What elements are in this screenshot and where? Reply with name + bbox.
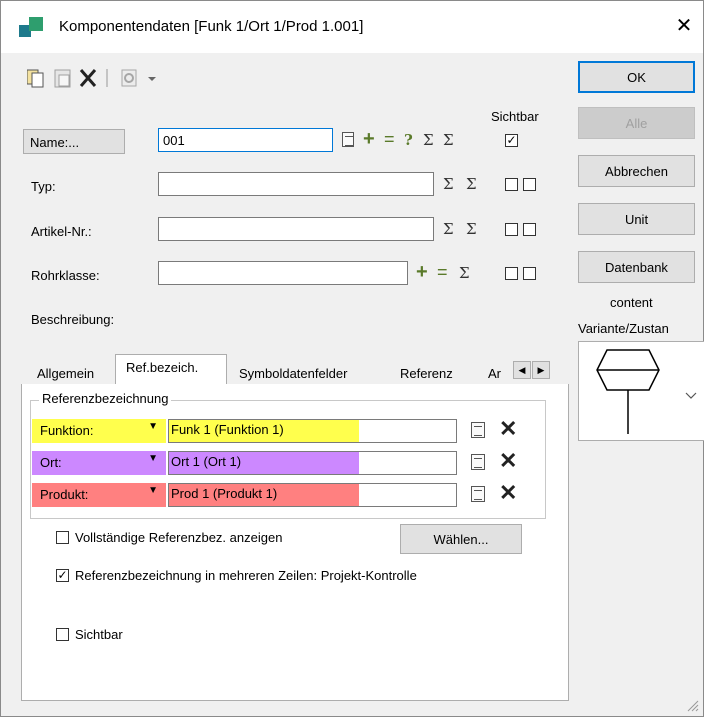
sichtbar-header: Sichtbar bbox=[491, 109, 539, 124]
produkt-value-field[interactable]: Prod 1 (Produkt 1) bbox=[168, 483, 457, 507]
plus-icon[interactable]: + bbox=[416, 262, 428, 282]
sigma-icon[interactable]: Σ bbox=[459, 264, 470, 282]
close-button[interactable]: ✕ bbox=[671, 13, 697, 38]
mehrzeilen-label: Referenzbezeichnung in mehreren Zeilen: … bbox=[75, 568, 417, 583]
typ-input[interactable] bbox=[158, 172, 434, 196]
produkt-type-label: Produkt: bbox=[40, 487, 89, 502]
content-label: content bbox=[610, 295, 653, 310]
chevron-down-icon bbox=[685, 392, 697, 399]
dropdown-arrow-icon: ▼ bbox=[148, 421, 158, 432]
referenz-group-title: Referenzbezeichnung bbox=[39, 391, 172, 406]
waehlen-button[interactable]: Wählen... bbox=[400, 524, 522, 554]
tab-allgemein[interactable]: Allgemein bbox=[37, 362, 94, 384]
sigma-icon[interactable]: Σ bbox=[443, 220, 454, 238]
typ-visible-checkbox[interactable] bbox=[505, 178, 518, 191]
tab-refbezeich[interactable]: Ref.bezeich. bbox=[115, 354, 227, 385]
sichtbar-label: Sichtbar bbox=[75, 627, 123, 642]
plus-icon[interactable]: + bbox=[363, 129, 375, 149]
app-icon bbox=[19, 17, 43, 37]
dropdown-arrow-icon: ▼ bbox=[148, 453, 158, 464]
dropdown-arrow-icon[interactable] bbox=[148, 77, 156, 81]
variant-select[interactable] bbox=[578, 341, 704, 441]
delete-icon[interactable]: ✕ bbox=[499, 450, 517, 472]
variant-label: Variante/Zustan bbox=[578, 321, 669, 336]
settings-icon bbox=[121, 69, 137, 87]
funktion-type-select[interactable]: Funktion: ▼ bbox=[32, 419, 166, 443]
artikel-label: Artikel-Nr.: bbox=[31, 224, 92, 239]
dialog-window: Komponentendaten [Funk 1/Ort 1/Prod 1.00… bbox=[0, 0, 704, 717]
minus-icon[interactable]: = bbox=[384, 129, 395, 149]
rohrklasse-visible-checkbox-2[interactable] bbox=[523, 267, 536, 280]
document-icon[interactable] bbox=[471, 486, 485, 502]
toolbar bbox=[27, 69, 156, 88]
ok-button[interactable]: OK bbox=[578, 61, 695, 93]
alle-button[interactable]: Alle bbox=[578, 107, 695, 139]
vollstaendig-checkbox[interactable] bbox=[56, 531, 69, 544]
sichtbar-checkbox[interactable] bbox=[56, 628, 69, 641]
abbrechen-button[interactable]: Abbrechen bbox=[578, 155, 695, 187]
list-icon[interactable] bbox=[342, 132, 354, 147]
sigma-icon[interactable]: Σ bbox=[443, 175, 454, 193]
tab-scroll-left-button[interactable]: ◀ bbox=[513, 361, 531, 379]
vollstaendig-label: Vollständige Referenzbez. anzeigen bbox=[75, 530, 283, 545]
typ-label: Typ: bbox=[31, 179, 56, 194]
sigma-icon[interactable]: Σ bbox=[423, 131, 434, 149]
produkt-type-select[interactable]: Produkt: ▼ bbox=[32, 483, 166, 507]
produkt-value: Prod 1 (Produkt 1) bbox=[169, 484, 359, 506]
document-icon[interactable] bbox=[471, 422, 485, 438]
window-title: Komponentendaten [Funk 1/Ort 1/Prod 1.00… bbox=[59, 18, 364, 35]
tab-symboldatenfelder[interactable]: Symboldatenfelder bbox=[239, 362, 347, 384]
tab-referenz[interactable]: Referenz bbox=[400, 362, 453, 384]
copy-icon[interactable] bbox=[27, 69, 44, 88]
sigma-user-icon[interactable]: Σ bbox=[466, 175, 477, 193]
name-input[interactable]: 001 bbox=[158, 128, 333, 152]
paste-icon bbox=[54, 69, 71, 88]
beschreibung-label: Beschreibung: bbox=[31, 312, 115, 327]
minus-icon[interactable]: = bbox=[437, 262, 448, 282]
name-visible-checkbox[interactable]: ✓ bbox=[505, 134, 518, 147]
ort-value: Ort 1 (Ort 1) bbox=[169, 452, 359, 474]
title-bar: Komponentendaten [Funk 1/Ort 1/Prod 1.00… bbox=[1, 1, 703, 53]
rohrklasse-visible-checkbox[interactable] bbox=[505, 267, 518, 280]
name-button[interactable]: Name:... bbox=[23, 129, 125, 154]
artikel-input[interactable] bbox=[158, 217, 434, 241]
funktion-value-field[interactable]: Funk 1 (Funktion 1) bbox=[168, 419, 457, 443]
dropdown-arrow-icon: ▼ bbox=[148, 485, 158, 496]
sigma-user-icon[interactable]: Σ bbox=[443, 131, 454, 149]
artikel-visible-checkbox-2[interactable] bbox=[523, 223, 536, 236]
funktion-value: Funk 1 (Funktion 1) bbox=[169, 420, 359, 442]
mehrzeilen-checkbox[interactable]: ✓ bbox=[56, 569, 69, 582]
tab-scroll-right-button[interactable]: ▶ bbox=[532, 361, 550, 379]
resize-grip-icon[interactable] bbox=[685, 698, 699, 712]
question-icon[interactable]: ? bbox=[404, 131, 413, 149]
delete-icon[interactable] bbox=[79, 69, 97, 87]
unit-button[interactable]: Unit bbox=[578, 203, 695, 235]
datenbank-button[interactable]: Datenbank bbox=[578, 251, 695, 283]
funktion-type-label: Funktion: bbox=[40, 423, 94, 438]
delete-icon[interactable]: ✕ bbox=[499, 482, 517, 504]
ort-type-label: Ort: bbox=[40, 455, 62, 470]
artikel-visible-checkbox[interactable] bbox=[505, 223, 518, 236]
variant-symbol-icon bbox=[596, 349, 660, 434]
tab-ar[interactable]: Ar bbox=[488, 362, 501, 384]
delete-icon[interactable]: ✕ bbox=[499, 418, 517, 440]
rohrklasse-label: Rohrklasse: bbox=[31, 268, 100, 283]
document-icon[interactable] bbox=[471, 454, 485, 470]
typ-visible-checkbox-2[interactable] bbox=[523, 178, 536, 191]
sigma-user-icon[interactable]: Σ bbox=[466, 220, 477, 238]
rohrklasse-input[interactable] bbox=[158, 261, 408, 285]
ort-type-select[interactable]: Ort: ▼ bbox=[32, 451, 166, 475]
ort-value-field[interactable]: Ort 1 (Ort 1) bbox=[168, 451, 457, 475]
